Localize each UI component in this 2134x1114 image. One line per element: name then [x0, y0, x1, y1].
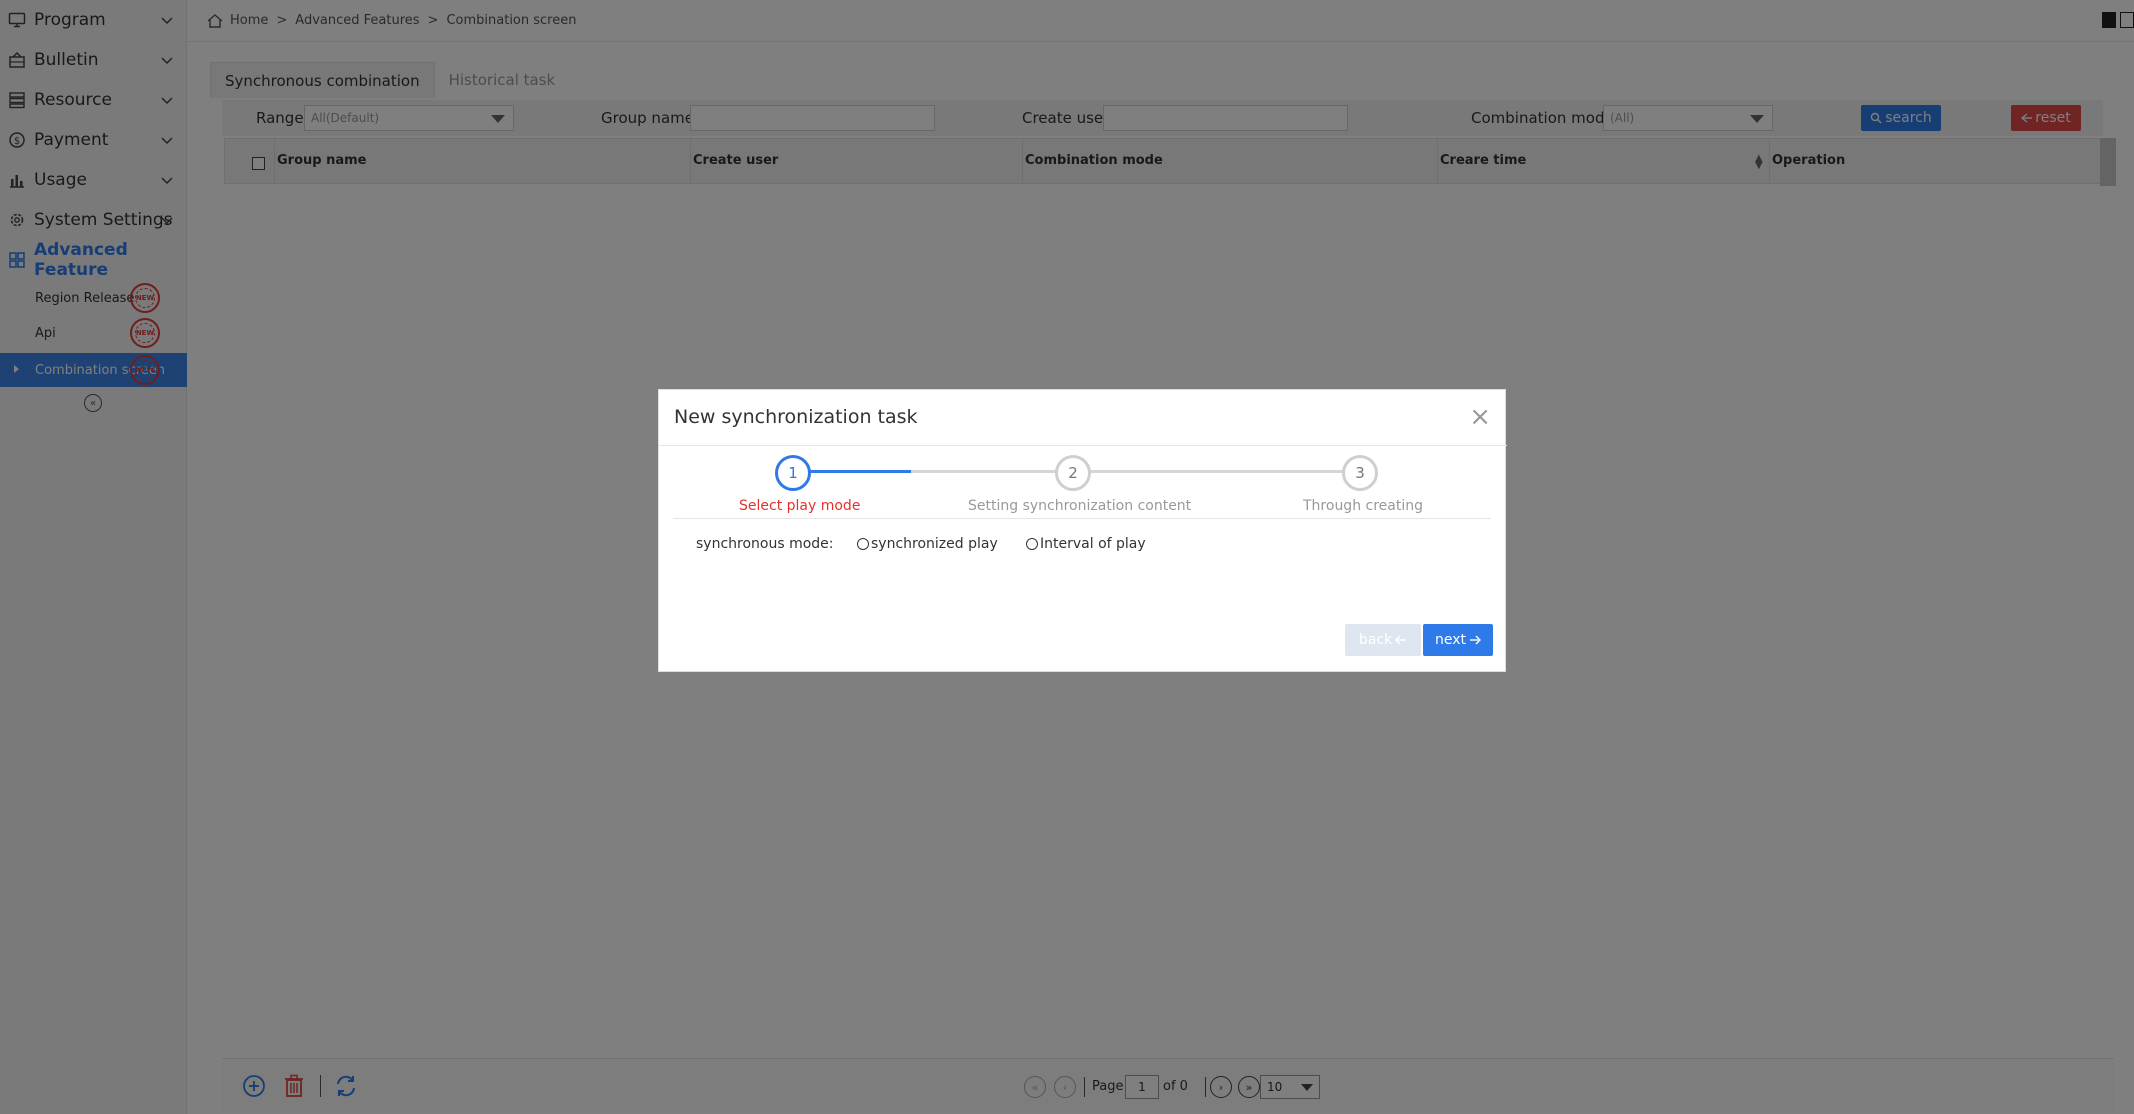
radio-label: synchronized play: [871, 536, 998, 552]
next-button[interactable]: next: [1423, 624, 1493, 656]
radio-interval-of-play[interactable]: Interval of play: [1026, 536, 1146, 552]
arrow-left-icon: [1395, 635, 1407, 645]
radio-synchronized-play[interactable]: synchronized play: [857, 536, 998, 552]
new-sync-task-dialog: New synchronization task × 1 2 3 Select …: [658, 389, 1507, 672]
sync-mode-label: synchronous mode:: [696, 536, 834, 552]
dialog-divider: [659, 445, 1507, 446]
back-button-label: back: [1358, 632, 1393, 648]
step-3-indicator: 3: [1342, 455, 1378, 491]
arrow-right-icon: [1470, 635, 1481, 645]
step-2-indicator: 2: [1055, 455, 1091, 491]
step-track-line: [911, 470, 1351, 473]
next-button-label: next: [1434, 632, 1466, 648]
close-icon[interactable]: ×: [1469, 404, 1491, 430]
steps-divider: [673, 518, 1491, 519]
radio-circle[interactable]: [1026, 538, 1038, 550]
step-1-label: Select play mode: [739, 498, 861, 514]
radio-label: Interval of play: [1040, 536, 1146, 552]
step-3-label: Through creating: [1303, 498, 1423, 514]
step-1-indicator: 1: [775, 455, 811, 491]
dialog-title: New synchronization task: [674, 406, 918, 428]
step-2-label: Setting synchronization content: [968, 498, 1192, 514]
radio-circle[interactable]: [857, 538, 869, 550]
back-button[interactable]: back: [1345, 624, 1421, 656]
